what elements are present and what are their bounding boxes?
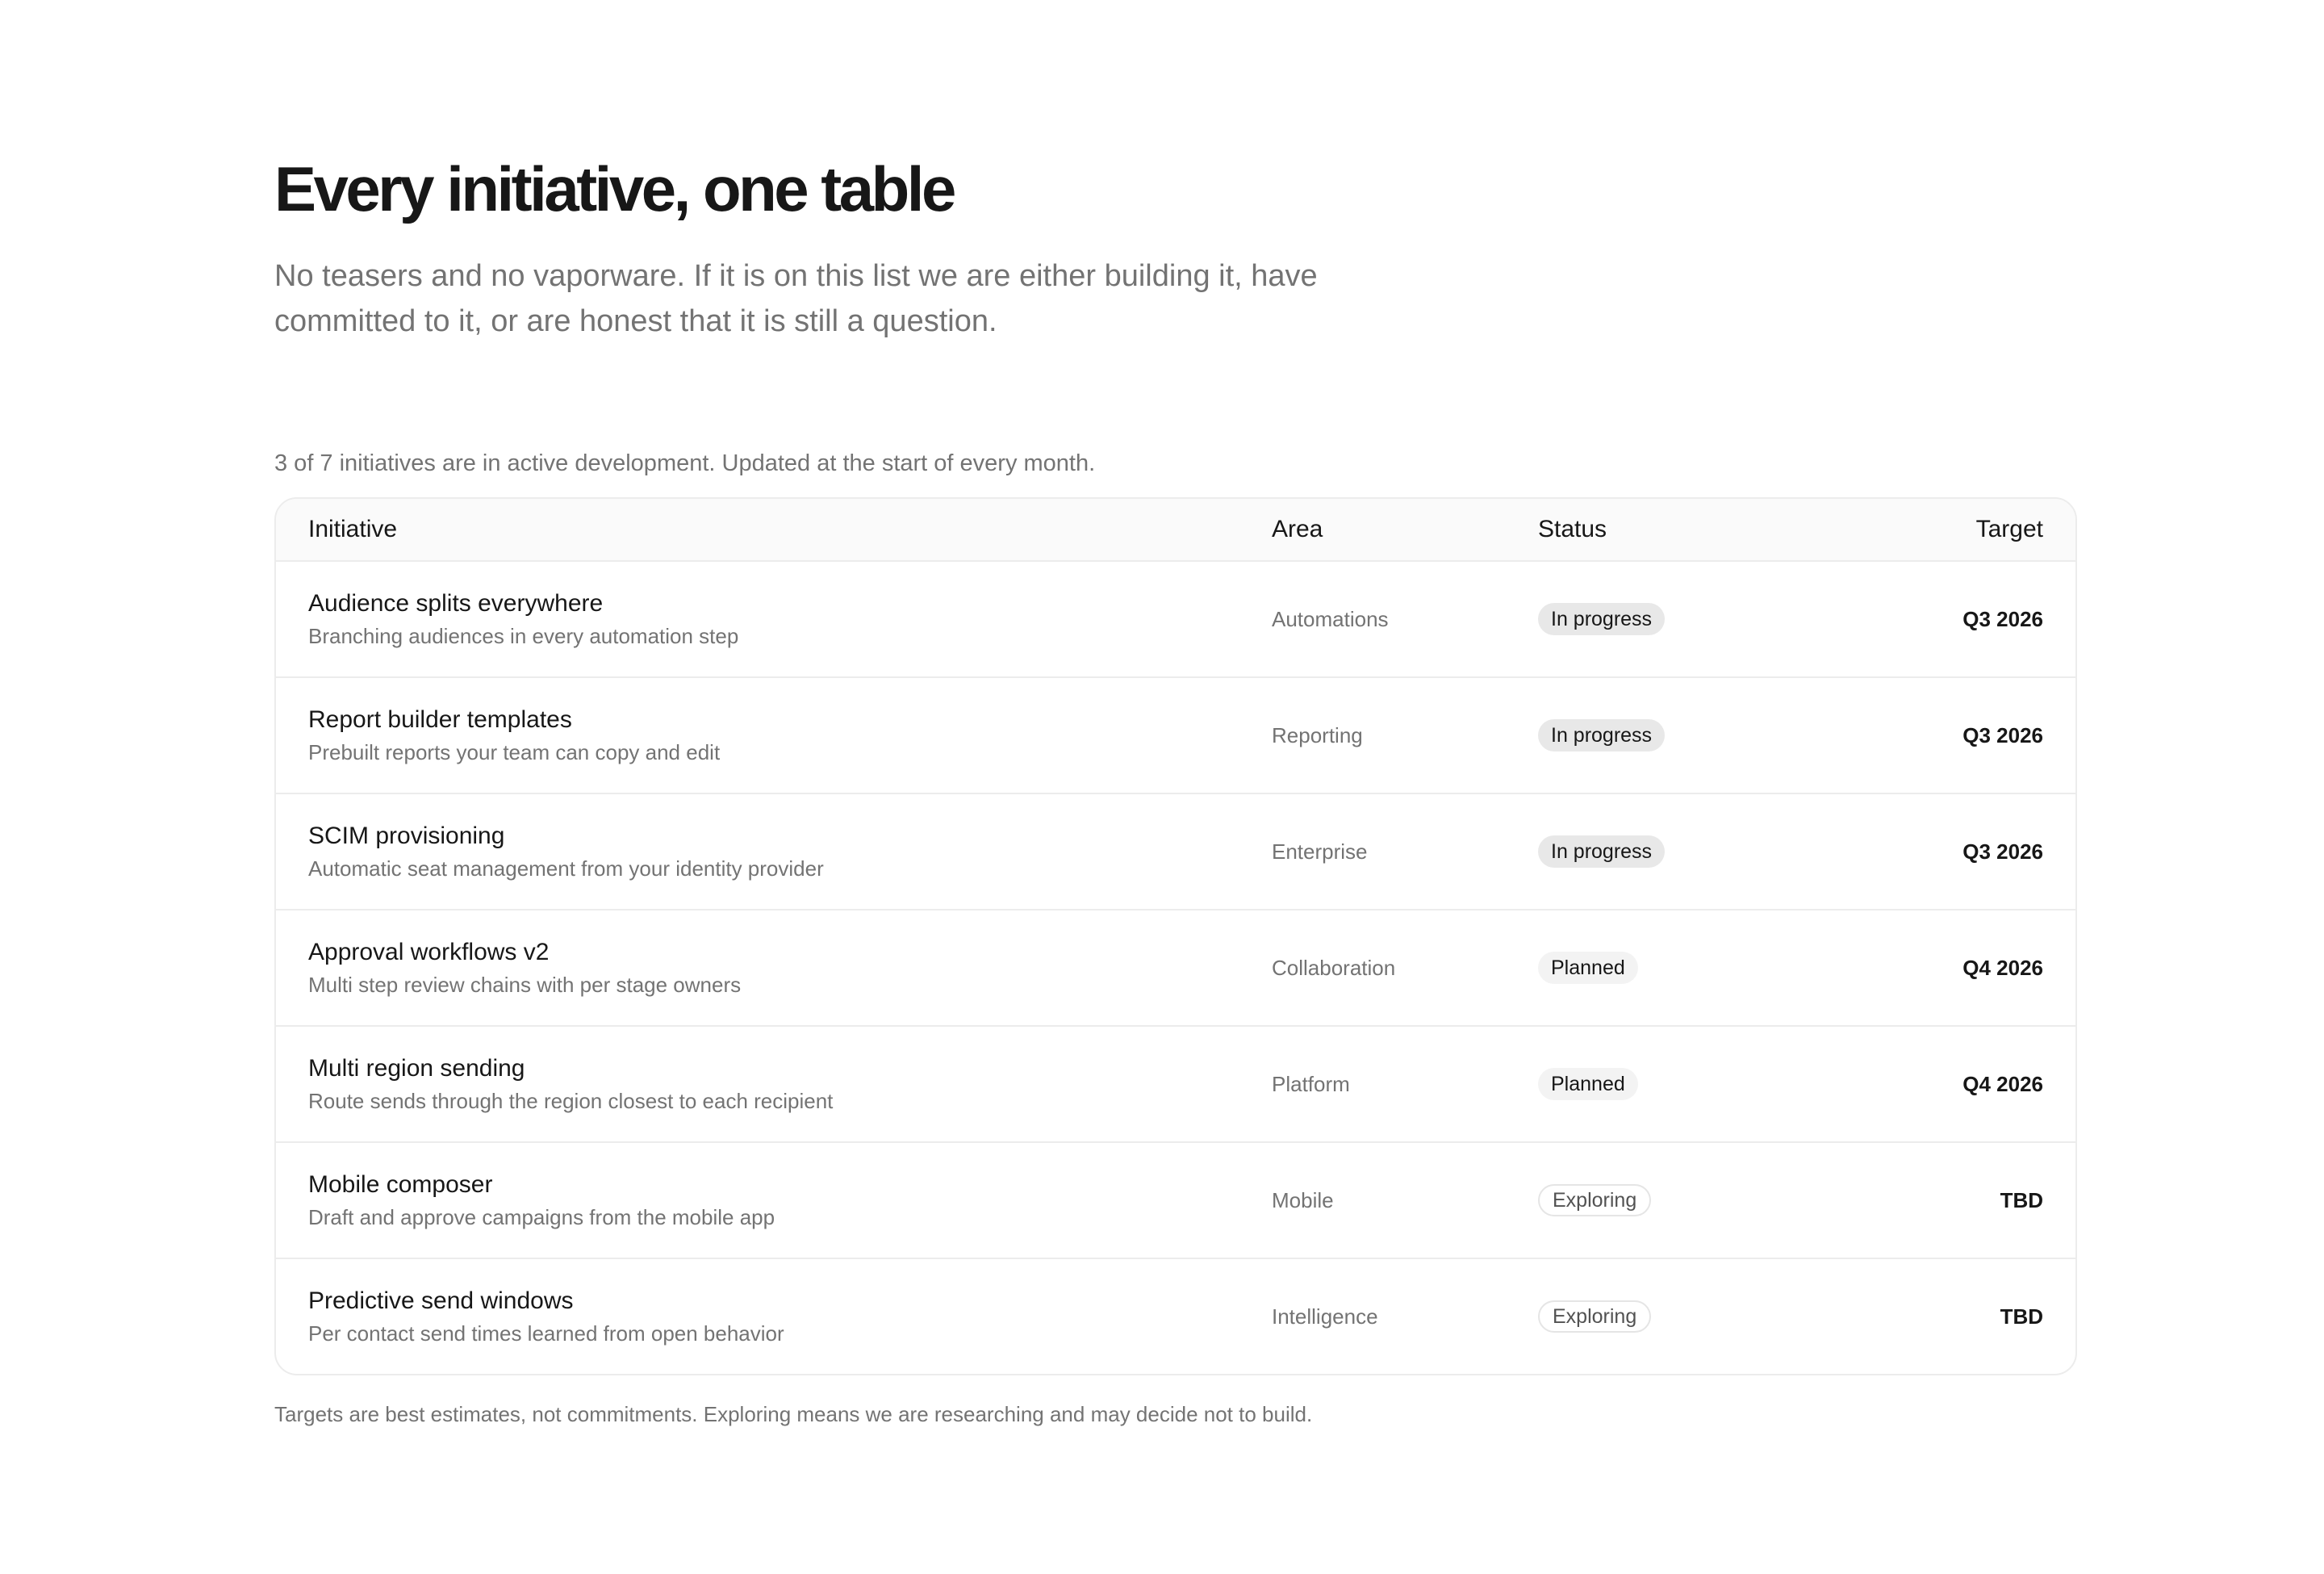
initiative-description: Per contact send times learned from open… [308, 1321, 784, 1346]
table-row: Predictive send windows Per contact send… [276, 1259, 2075, 1374]
area-cell: Collaboration [1272, 956, 1396, 980]
initiative-description: Multi step review chains with per stage … [308, 973, 742, 997]
initiative-name: Predictive send windows [308, 1287, 574, 1314]
status-badge: In progress [1538, 835, 1666, 868]
area-cell: Automations [1272, 607, 1389, 631]
initiative-name: Report builder templates [308, 706, 572, 733]
initiative-name: Approval workflows v2 [308, 939, 550, 965]
status-badge: In progress [1538, 603, 1666, 635]
column-header-initiative: Initiative [308, 516, 398, 542]
roadmap-page: Every initiative, one table No teasers a… [0, 0, 2324, 1574]
target-cell: Q4 2026 [1962, 1072, 2043, 1096]
status-cell: In progress [1538, 719, 1877, 751]
initiative-cell: Approval workflows v2 Multi step review … [276, 936, 1272, 999]
table-row: Report builder templates Prebuilt report… [276, 678, 2075, 794]
initiative-name: SCIM provisioning [308, 823, 505, 849]
status-cell: Planned [1538, 1068, 1877, 1100]
column-header-area: Area [1272, 516, 1323, 542]
initiative-description: Draft and approve campaigns from the mob… [308, 1205, 775, 1229]
table-footnote: Targets are best estimates, not commitme… [274, 1402, 1313, 1426]
initiative-cell: SCIM provisioning Automatic seat managem… [276, 820, 1272, 883]
initiatives-summary: 3 of 7 initiatives are in active develop… [274, 450, 1096, 476]
status-cell: In progress [1538, 603, 1877, 635]
status-cell: Exploring [1538, 1300, 1877, 1333]
area-cell: Enterprise [1272, 839, 1368, 864]
initiative-cell: Multi region sending Route sends through… [276, 1053, 1272, 1116]
status-badge: Planned [1538, 952, 1638, 984]
initiative-cell: Predictive send windows Per contact send… [276, 1285, 1272, 1348]
page-title: Every initiative, one table [274, 153, 956, 224]
status-badge: Planned [1538, 1068, 1638, 1100]
table-header-row: Initiative Area Status Target [276, 499, 2075, 562]
column-header-status: Status [1538, 516, 1607, 542]
target-cell: Q4 2026 [1962, 956, 2043, 980]
initiative-description: Route sends through the region closest t… [308, 1089, 834, 1113]
initiative-cell: Mobile composer Draft and approve campai… [276, 1169, 1272, 1232]
status-cell: Exploring [1538, 1184, 1877, 1216]
initiative-name: Multi region sending [308, 1055, 525, 1082]
column-header-target: Target [1975, 516, 2043, 542]
area-cell: Mobile [1272, 1188, 1334, 1212]
initiative-description: Branching audiences in every automation … [308, 624, 739, 648]
target-cell: TBD [2000, 1304, 2043, 1329]
initiative-description: Prebuilt reports your team can copy and … [308, 740, 721, 764]
initiative-cell: Audience splits everywhere Branching aud… [276, 588, 1272, 651]
area-cell: Intelligence [1272, 1304, 1378, 1329]
initiative-name: Audience splits everywhere [308, 590, 604, 617]
initiatives-table: Initiative Area Status Target Audience s… [274, 497, 2077, 1375]
target-cell: TBD [2000, 1188, 2043, 1212]
table-row: Multi region sending Route sends through… [276, 1027, 2075, 1143]
status-cell: In progress [1538, 835, 1877, 868]
target-cell: Q3 2026 [1962, 839, 2043, 864]
table-row: Approval workflows v2 Multi step review … [276, 910, 2075, 1027]
status-badge: In progress [1538, 719, 1666, 751]
area-cell: Reporting [1272, 723, 1363, 747]
status-badge: Exploring [1538, 1300, 1652, 1333]
table-row: Audience splits everywhere Branching aud… [276, 562, 2075, 678]
target-cell: Q3 2026 [1962, 723, 2043, 747]
initiative-name: Mobile composer [308, 1171, 493, 1198]
initiative-cell: Report builder templates Prebuilt report… [276, 704, 1272, 767]
roadmap-section: Every initiative, one table No teasers a… [274, 145, 2077, 1429]
status-cell: Planned [1538, 952, 1877, 984]
initiative-description: Automatic seat management from your iden… [308, 856, 824, 881]
target-cell: Q3 2026 [1962, 607, 2043, 631]
table-row: SCIM provisioning Automatic seat managem… [276, 794, 2075, 910]
page-subtitle: No teasers and no vaporware. If it is on… [274, 259, 1318, 338]
status-badge: Exploring [1538, 1184, 1652, 1216]
table-row: Mobile composer Draft and approve campai… [276, 1143, 2075, 1259]
area-cell: Platform [1272, 1072, 1350, 1096]
